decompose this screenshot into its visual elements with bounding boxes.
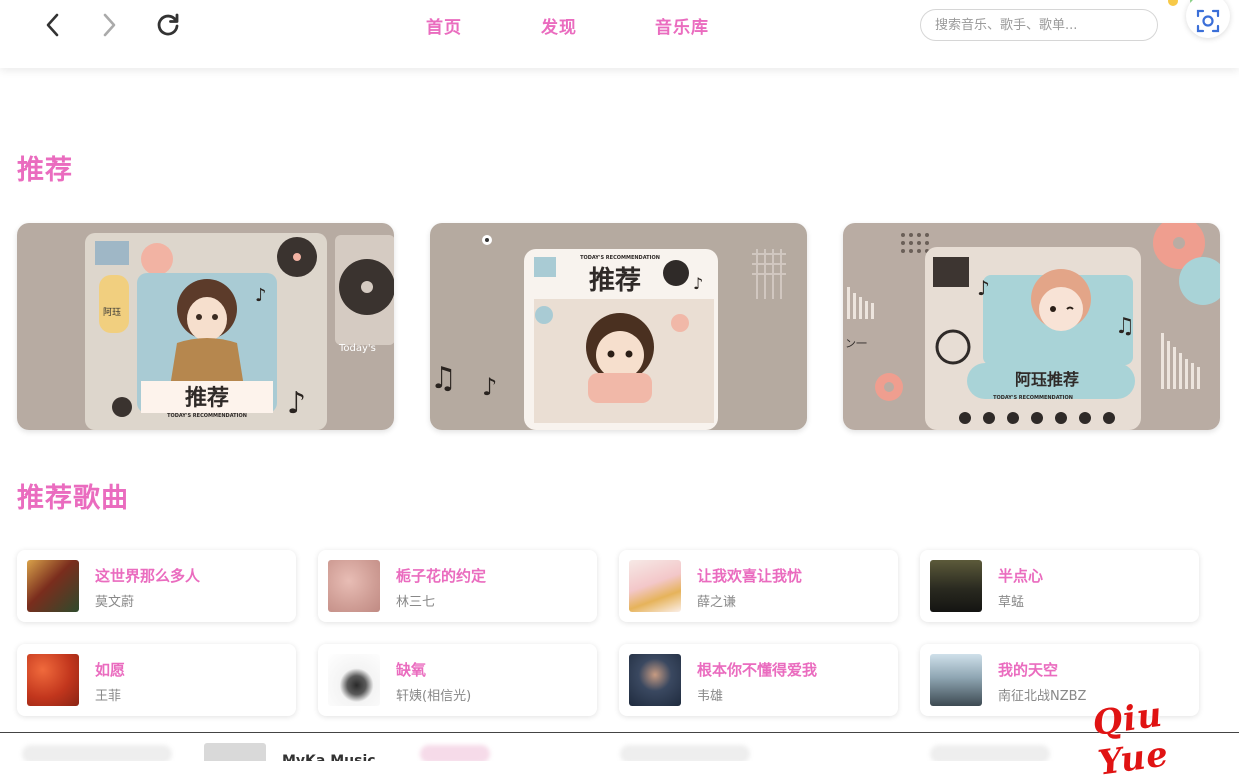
top-bar: 首页 发现 音乐库	[0, 0, 1239, 68]
song-cover	[930, 560, 982, 612]
tab-home[interactable]: 首页	[426, 13, 462, 38]
song-artist: 轩姨(相信光)	[396, 689, 472, 704]
player-blurred-item	[22, 745, 172, 761]
recommend-banner-3[interactable]: ン一 阿珏推荐 TODAY'S RECOMMENDATION ♫ ♪	[843, 223, 1220, 430]
tab-discover[interactable]: 发现	[541, 13, 577, 38]
scan-button[interactable]	[1186, 0, 1230, 38]
banner-1-tag: 阿珏	[103, 307, 121, 318]
banner-3-title: 阿珏推荐	[1015, 370, 1079, 389]
song-title: 让我欢喜让我忧	[697, 567, 803, 585]
song-card[interactable]: 这世界那么多人 莫文蔚	[17, 550, 296, 622]
song-cover	[27, 654, 79, 706]
song-title: 缺氧	[396, 661, 427, 679]
song-cover	[629, 654, 681, 706]
banner-illustration: 推荐 TODAY'S RECOMMENDATION 阿珏 Today's ♪ ♪	[17, 223, 394, 430]
song-card[interactable]: 半点心 草蜢	[920, 550, 1199, 622]
song-cover	[27, 560, 79, 612]
song-card[interactable]: 让我欢喜让我忧 薛之谦	[619, 550, 898, 622]
song-artist: 王菲	[95, 689, 122, 704]
recommend-banner-2[interactable]: TODAY'S RECOMMENDATION 推荐 ♫ ♪ ♪	[430, 223, 807, 430]
banner-illustration: TODAY'S RECOMMENDATION 推荐 ♫ ♪ ♪	[430, 223, 807, 430]
song-title: 半点心	[998, 567, 1044, 585]
chevron-right-icon	[103, 13, 116, 37]
svg-text:♫: ♫	[1115, 314, 1135, 339]
banner-3-subtitle: TODAY'S RECOMMENDATION	[993, 395, 1073, 401]
refresh-icon	[157, 13, 179, 36]
tab-library[interactable]: 音乐库	[655, 13, 709, 38]
banner-2-subtitle: TODAY'S RECOMMENDATION	[580, 255, 660, 261]
banner-3-side-text: ン一	[845, 337, 867, 350]
song-artist: 薛之谦	[697, 595, 737, 610]
song-title: 栀子花的约定	[396, 567, 487, 585]
song-cover	[930, 654, 982, 706]
song-title: 如愿	[95, 661, 126, 679]
songs-section-title: 推荐歌曲	[17, 483, 129, 514]
player-blurred-item	[420, 745, 490, 761]
song-artist: 草蜢	[998, 595, 1025, 610]
banner-1-title: 推荐	[185, 385, 229, 411]
song-cover	[328, 654, 380, 706]
search-input[interactable]	[920, 9, 1158, 41]
song-card[interactable]: 如愿 王菲	[17, 644, 296, 716]
song-title: 这世界那么多人	[95, 567, 201, 585]
song-cover	[328, 560, 380, 612]
forward-button[interactable]	[94, 10, 124, 40]
song-card[interactable]: 栀子花的约定 林三七	[318, 550, 597, 622]
song-artist: 林三七	[396, 595, 436, 610]
svg-text:♪: ♪	[287, 386, 306, 421]
chevron-left-icon	[46, 13, 59, 37]
banner-illustration: ン一 阿珏推荐 TODAY'S RECOMMENDATION ♫ ♪	[843, 223, 1220, 430]
song-card[interactable]: 缺氧 轩姨(相信光)	[318, 644, 597, 716]
svg-text:♪: ♪	[255, 285, 267, 306]
recommend-section-title: 推荐	[17, 155, 73, 186]
svg-text:♪: ♪	[693, 274, 703, 293]
player-bar[interactable]: MyKa Music	[0, 732, 1239, 761]
song-cover	[629, 560, 681, 612]
song-title: 根本你不懂得爱我	[697, 661, 818, 679]
recommend-banner-1[interactable]: 推荐 TODAY'S RECOMMENDATION 阿珏 Today's ♪ ♪	[17, 223, 394, 430]
svg-text:♫: ♫	[430, 361, 457, 396]
back-button[interactable]	[38, 10, 68, 40]
player-blurred-item	[930, 745, 1050, 761]
player-cover	[204, 743, 266, 761]
song-card[interactable]: 根本你不懂得爱我 韦雄	[619, 644, 898, 716]
song-title: 我的天空	[998, 661, 1059, 679]
player-blurred-item	[620, 745, 750, 761]
song-artist: 韦雄	[697, 689, 724, 704]
song-artist: 南征北战NZBZ	[998, 689, 1087, 704]
scan-icon	[1196, 9, 1220, 33]
banner-1-side-text: Today's	[338, 343, 376, 354]
song-artist: 莫文蔚	[95, 595, 135, 610]
status-dot-yellow	[1168, 0, 1178, 6]
banner-1-subtitle: TODAY'S RECOMMENDATION	[167, 413, 247, 419]
svg-text:♪: ♪	[482, 373, 497, 401]
refresh-button[interactable]	[153, 10, 183, 40]
svg-text:♪: ♪	[977, 276, 990, 300]
banner-2-title: 推荐	[589, 266, 641, 296]
